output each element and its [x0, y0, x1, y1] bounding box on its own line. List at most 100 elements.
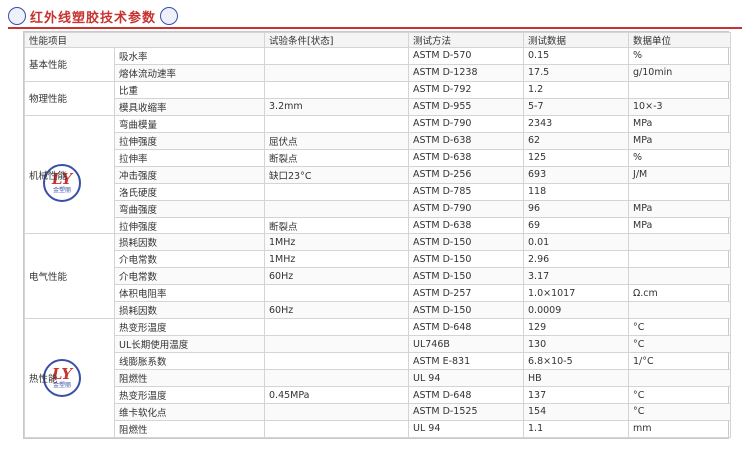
- method-cell: ASTM D-150: [408, 250, 525, 269]
- header-value: 测试数据: [523, 32, 630, 48]
- value-cell: 1.2: [523, 80, 630, 99]
- value-cell: 2.96: [523, 250, 630, 269]
- value-cell: 62: [523, 131, 630, 150]
- method-cell: UL 94: [408, 419, 525, 439]
- category-label: 机械性能: [29, 170, 68, 182]
- seal-name: 金塑丽: [52, 186, 71, 194]
- method-cell: ASTM D-1525: [408, 403, 525, 421]
- method-cell: ASTM D-648: [408, 318, 525, 337]
- method-cell: ASTM D-150: [408, 301, 525, 320]
- method-cell: ASTM D-785: [408, 182, 525, 201]
- condition-cell: [264, 352, 410, 371]
- table-row: 损耗因数 60Hz ASTM D-150 0.0009: [24, 301, 732, 320]
- property-cell: 弯曲模量: [113, 114, 266, 133]
- property-cell: UL长期使用温度: [113, 335, 266, 354]
- condition-cell: 断裂点: [264, 216, 410, 235]
- table-row: 介电常数 60Hz ASTM D-150 3.17: [24, 267, 732, 286]
- property-cell: 吸水率: [113, 47, 266, 65]
- method-cell: ASTM D-638: [408, 216, 525, 235]
- unit-cell: 10×-3: [628, 97, 732, 116]
- table-row: 拉伸强度 屈伏点 ASTM D-638 62 MPa: [24, 131, 732, 150]
- unit-cell: [628, 267, 732, 286]
- category-label: 物理性能: [29, 94, 68, 106]
- condition-cell: [264, 284, 410, 303]
- value-cell: 154: [523, 403, 630, 421]
- value-cell: 118: [523, 182, 630, 201]
- condition-cell: [264, 335, 410, 354]
- category-cell: 机械性能 LY 金塑丽: [24, 114, 115, 235]
- table-row: 机械性能 LY 金塑丽 弯曲模量 ASTM D-790 2343 MPa: [24, 114, 732, 235]
- property-cell: 拉伸强度: [113, 131, 266, 150]
- property-cell: 损耗因数: [113, 233, 266, 252]
- method-cell: ASTM D-570: [408, 47, 525, 65]
- table-body: 基本性能 吸水率 ASTM D-570 0.15% 熔体流动速率 ASTM D-1238 1…: [24, 47, 732, 439]
- table-row: 熔体流动速率 ASTM D-1238 17.5 g/10min: [24, 63, 732, 82]
- table-row: 体积电阻率 ASTM D-257 1.0×1017 Ω.cm: [25, 284, 732, 303]
- method-cell: ASTM E-831: [408, 352, 525, 371]
- method-cell: UL746B: [408, 335, 525, 354]
- table-row: 阻燃性 UL 94 1.1 mm: [25, 419, 732, 439]
- value-cell: 0.01: [523, 233, 630, 252]
- value-cell: 96: [523, 199, 630, 218]
- method-cell: ASTM D-638: [408, 148, 525, 167]
- property-cell: 拉伸率: [113, 148, 266, 167]
- property-cell: 比重: [113, 80, 266, 99]
- unit-cell: MPa: [628, 216, 732, 235]
- table-row: 维卡软化点 ASTM D-1525 154 °C: [24, 403, 732, 421]
- unit-cell: °C: [628, 403, 732, 421]
- value-cell: 17.5: [523, 63, 630, 82]
- logo-icon-left: [8, 7, 26, 25]
- unit-cell: g/10min: [628, 63, 732, 82]
- table-row: 热性能 LY 金塑丽 热变形温度 ASTM D-648 129 °C: [24, 318, 732, 438]
- unit-cell: %: [628, 47, 732, 65]
- condition-cell: 缺口23°C: [264, 165, 410, 184]
- method-cell: ASTM D-790: [408, 199, 525, 218]
- method-cell: ASTM D-1238: [408, 63, 525, 82]
- condition-cell: [264, 369, 410, 388]
- method-cell: ASTM D-256: [408, 165, 525, 184]
- category-cell: 热性能 LY 金塑丽: [24, 318, 115, 438]
- table-row: 洛氏硬度 ASTM D-785 118: [25, 182, 732, 201]
- property-cell: 热变形温度: [113, 318, 266, 337]
- table-row: 介电常数 1MHz ASTM D-150 2.96: [25, 250, 732, 269]
- condition-cell: 1MHz: [264, 250, 410, 269]
- property-cell: 体积电阻率: [113, 284, 266, 303]
- condition-cell: 60Hz: [264, 267, 410, 286]
- condition-cell: [264, 199, 410, 218]
- method-cell: ASTM D-955: [408, 97, 525, 116]
- property-cell: 洛氏硬度: [113, 182, 266, 201]
- value-cell: 0.0009: [523, 301, 630, 320]
- property-cell: 阻燃性: [113, 419, 266, 439]
- condition-cell: [264, 80, 410, 99]
- value-cell: 693: [523, 165, 630, 184]
- title-bar: 红外线塑胶技术参数: [8, 5, 742, 29]
- method-cell: ASTM D-648: [408, 386, 525, 405]
- table-row: 热变形温度 0.45MPa ASTM D-648 137 °C: [25, 386, 732, 405]
- value-cell: 137: [523, 386, 630, 405]
- table-row: 弯曲强度 ASTM D-790 96 MPa: [24, 199, 732, 218]
- value-cell: 5-7: [523, 97, 630, 116]
- unit-cell: [628, 182, 732, 201]
- condition-cell: [264, 182, 410, 201]
- condition-cell: [264, 318, 410, 337]
- value-cell: 6.8×10-5: [523, 352, 630, 371]
- property-cell: 冲击强度: [113, 165, 266, 184]
- property-cell: 阻燃性: [113, 369, 266, 388]
- property-cell: 熔体流动速率: [113, 63, 266, 82]
- property-cell: 损耗因数: [113, 301, 266, 320]
- condition-cell: [264, 63, 410, 82]
- value-cell: 3.17: [523, 267, 630, 286]
- unit-cell: °C: [628, 386, 732, 405]
- table-row: 阻燃性 UL 94 HB: [24, 369, 732, 388]
- method-cell: ASTM D-792: [408, 80, 525, 99]
- value-cell: 130: [523, 335, 630, 354]
- condition-cell: [264, 47, 410, 65]
- unit-cell: MPa: [628, 114, 732, 133]
- property-cell: 拉伸强度: [113, 216, 266, 235]
- table-row: 拉伸率 断裂点 ASTM D-638 125%: [25, 148, 732, 167]
- category-label: 电气性能: [29, 272, 68, 284]
- property-cell: 热变形温度: [113, 386, 266, 405]
- category-label: 热性能: [29, 374, 58, 386]
- table-row: 冲击强度 缺口23°C ASTM D-256 693 J/M: [24, 165, 732, 184]
- method-cell: ASTM D-150: [408, 233, 525, 252]
